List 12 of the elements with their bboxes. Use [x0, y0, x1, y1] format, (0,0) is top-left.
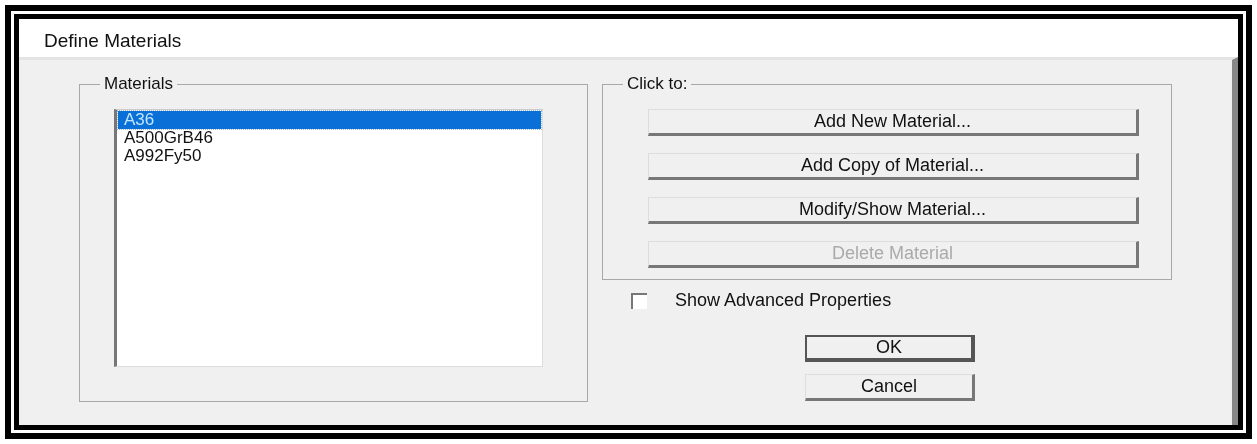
list-item[interactable]: A992Fy50: [118, 147, 541, 165]
checkbox-label[interactable]: Show Advanced Properties: [675, 290, 892, 311]
checkbox[interactable]: [631, 292, 647, 309]
cancel-button[interactable]: Cancel: [805, 374, 975, 401]
action-button[interactable]: Add Copy of Material...: [648, 153, 1139, 180]
action-button[interactable]: Add New Material...: [648, 109, 1139, 136]
ok-button[interactable]: OK: [805, 335, 975, 362]
window-title: Define Materials: [44, 30, 182, 52]
list-item[interactable]: A36: [118, 111, 541, 129]
action-button[interactable]: Modify/Show Material...: [648, 197, 1139, 224]
list-item[interactable]: A500GrB46: [118, 129, 541, 147]
materials-list[interactable]: A36 A500GrB46 A992Fy50: [114, 109, 543, 367]
